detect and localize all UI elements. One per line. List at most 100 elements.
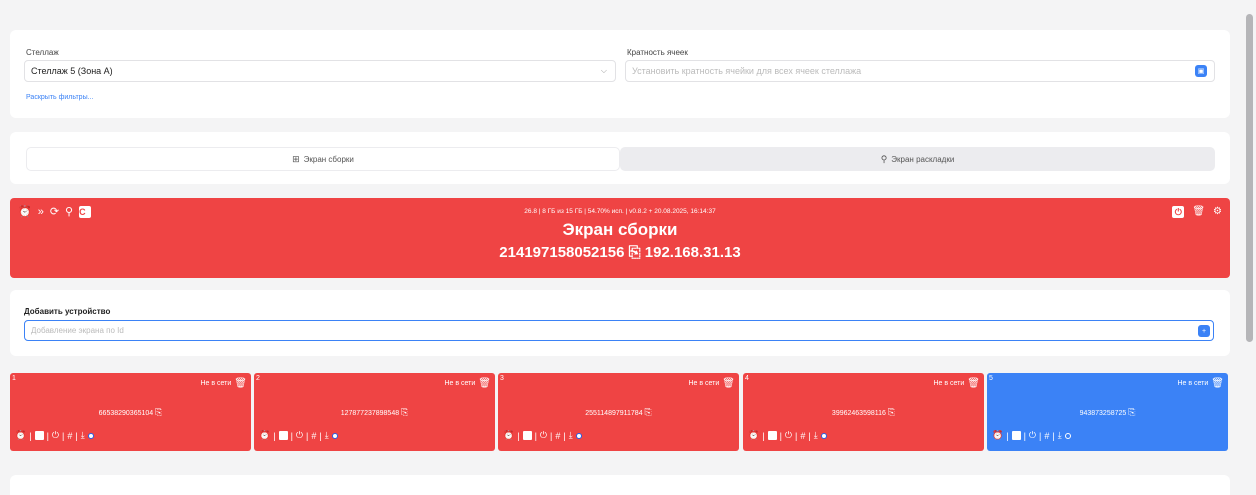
copy-icon[interactable]: ⎘	[401, 407, 408, 417]
expand-filters-link[interactable]: Раскрыть фильтры...	[26, 94, 93, 101]
device-id: 255114897911784 ⎘	[498, 407, 739, 418]
tab-layout-label: Экран раскладки	[891, 154, 955, 164]
image-icon[interactable]	[1011, 431, 1021, 440]
screen-title: Экран сборки	[562, 220, 678, 239]
trash-icon[interactable]: 🗑	[1211, 378, 1224, 389]
device-id: 39962463598116 ⎘	[743, 407, 984, 418]
device-toolbar: ⏰ | | ⏻ | # | ⤓	[992, 430, 1071, 441]
trash-icon[interactable]: 🗑	[234, 378, 247, 389]
hash-icon[interactable]: #	[800, 431, 805, 441]
image-icon[interactable]	[278, 431, 288, 440]
copy-icon[interactable]: ⎘	[155, 407, 162, 417]
multiplicity-input[interactable]: Установить кратность ячейки для всех яче…	[625, 60, 1215, 82]
device-id-text: 66538290365104	[98, 410, 154, 417]
device-status: Не в сети 🗑	[688, 378, 735, 389]
tab-assembly-label: Экран сборки	[303, 154, 354, 164]
device-card-5[interactable]: 5 Не в сети 🗑 943873258725 ⎘ ⏰ | | ⏻ | # | ⤓	[987, 373, 1228, 451]
device-id-text: 943873258725	[1079, 410, 1127, 417]
hash-icon[interactable]: #	[311, 431, 316, 441]
trash-icon[interactable]: 🗑	[1192, 206, 1205, 218]
device-card-3[interactable]: 3 Не в сети 🗑 255114897911784 ⎘ ⏰ | | ⏻ | # | ⤓	[498, 373, 739, 451]
device-card-1[interactable]: 1 Не в сети 🗑 66538290365104 ⎘ ⏰ | | ⏻ | # | ⤓	[10, 373, 251, 451]
image-icon[interactable]	[34, 431, 44, 440]
device-status: Не в сети 🗑	[444, 378, 491, 389]
alarm-icon[interactable]: ⏰	[992, 430, 1003, 441]
status-dot-icon	[820, 432, 827, 439]
alarm-icon[interactable]: ⏰	[259, 430, 270, 441]
device-number: 5	[989, 375, 993, 382]
power-icon[interactable]: ⏻	[540, 430, 547, 441]
device-number: 3	[500, 375, 504, 382]
status-text: Не в сети	[933, 380, 965, 387]
power-icon[interactable]: ⏻	[785, 430, 792, 441]
assembly-screen-card: ⏰ » ⟳ ⚲ C 26.8 | 8 ГБ из 15 ГБ | 54.70% …	[10, 198, 1230, 278]
device-toolbar: ⏰ | | ⏻ | # | ⤓	[503, 430, 582, 441]
device-toolbar: ⏰ | | ⏻ | # | ⤓	[15, 430, 94, 441]
device-status: Не в сети 🗑	[1177, 378, 1224, 389]
status-text: Не в сети	[1177, 380, 1209, 387]
rack-label: Стеллаж	[26, 48, 59, 57]
trash-icon[interactable]: 🗑	[967, 378, 980, 389]
download-icon[interactable]: ⤓	[1058, 430, 1062, 441]
filters-panel: Стеллаж Стеллаж 5 (Зона А) ⌵ Кратность я…	[10, 30, 1230, 118]
scrollbar-thumb[interactable]	[1246, 14, 1253, 342]
image-icon[interactable]	[522, 431, 532, 440]
save-multiplicity-button[interactable]: ▣	[1195, 65, 1207, 77]
status-dot-icon	[87, 432, 94, 439]
copy-icon[interactable]: ⎘	[888, 407, 895, 417]
rack-select[interactable]: Стеллаж 5 (Зона А) ⌵	[24, 60, 616, 82]
grid-icon: ⊞	[292, 153, 300, 164]
device-status: Не в сети 🗑	[933, 378, 980, 389]
tab-assembly-screen[interactable]: ⊞ Экран сборки	[26, 147, 620, 171]
image-icon[interactable]	[767, 431, 777, 440]
download-icon[interactable]: ⤓	[81, 430, 85, 441]
device-id: 66538290365104 ⎘	[10, 407, 251, 418]
hash-icon[interactable]: #	[67, 431, 72, 441]
trash-icon[interactable]: 🗑	[722, 378, 735, 389]
alarm-icon[interactable]: ⏰	[503, 430, 514, 441]
screen-toolbar-right: ⏻ 🗑 ⚙	[1172, 206, 1222, 218]
system-info: 26.8 | 8 ГБ из 15 ГБ | 54.70% исп. | v0.…	[524, 208, 716, 215]
power-icon[interactable]: ⏻	[296, 430, 303, 441]
device-status: Не в сети 🗑	[200, 378, 247, 389]
download-icon[interactable]: ⤓	[569, 430, 573, 441]
hash-icon[interactable]: #	[1044, 431, 1049, 441]
download-icon[interactable]: ⤓	[814, 430, 818, 441]
gear-icon[interactable]: ⚙	[1213, 206, 1222, 218]
tabs-panel: ⊞ Экран сборки ⚲ Экран раскладки	[10, 132, 1230, 184]
search-icon: ⚲	[880, 153, 888, 164]
alarm-icon[interactable]: ⏰	[15, 430, 26, 441]
device-number: 1	[12, 375, 16, 382]
status-dot-icon	[575, 432, 582, 439]
status-dot-icon	[1064, 432, 1071, 439]
status-dot-icon	[331, 432, 338, 439]
copy-icon[interactable]: ⎘	[645, 407, 652, 417]
tab-layout-screen[interactable]: ⚲ Экран раскладки	[620, 147, 1215, 171]
multiplicity-placeholder: Установить кратность ячейки для всех яче…	[632, 66, 862, 76]
device-id: 943873258725 ⎘	[987, 407, 1228, 418]
power-icon[interactable]: ⏻	[1172, 206, 1185, 218]
alarm-icon[interactable]: ⏰	[748, 430, 759, 441]
rack-select-value: Стеллаж 5 (Зона А)	[31, 66, 113, 76]
trash-icon[interactable]: 🗑	[478, 378, 491, 389]
add-device-button[interactable]: +	[1198, 325, 1210, 337]
add-device-input[interactable]: Добавление экрана по Id	[24, 320, 1214, 341]
device-card-2[interactable]: 2 Не в сети 🗑 127877237898548 ⎘ ⏰ | | ⏻ | # | ⤓	[254, 373, 495, 451]
device-card-4[interactable]: 4 Не в сети 🗑 39962463598116 ⎘ ⏰ | | ⏻ | # | ⤓	[743, 373, 984, 451]
status-text: Не в сети	[688, 380, 720, 387]
screen-id-ip: 214197158052156 ⎘ 192.168.31.13	[499, 244, 741, 261]
device-number: 2	[256, 375, 260, 382]
device-number: 4	[745, 375, 749, 382]
status-text: Не в сети	[200, 380, 232, 387]
device-id-text: 127877237898548	[340, 410, 400, 417]
copy-icon[interactable]: ⎘	[1128, 407, 1135, 417]
device-id: 127877237898548 ⎘	[254, 407, 495, 418]
scrollbar[interactable]	[1242, 0, 1256, 495]
device-toolbar: ⏰ | | ⏻ | # | ⤓	[748, 430, 827, 441]
download-icon[interactable]: ⤓	[325, 430, 329, 441]
power-icon[interactable]: ⏻	[1029, 430, 1036, 441]
bottom-panel	[10, 475, 1230, 495]
hash-icon[interactable]: #	[555, 431, 560, 441]
device-id-text: 39962463598116	[831, 410, 886, 417]
power-icon[interactable]: ⏻	[52, 430, 59, 441]
